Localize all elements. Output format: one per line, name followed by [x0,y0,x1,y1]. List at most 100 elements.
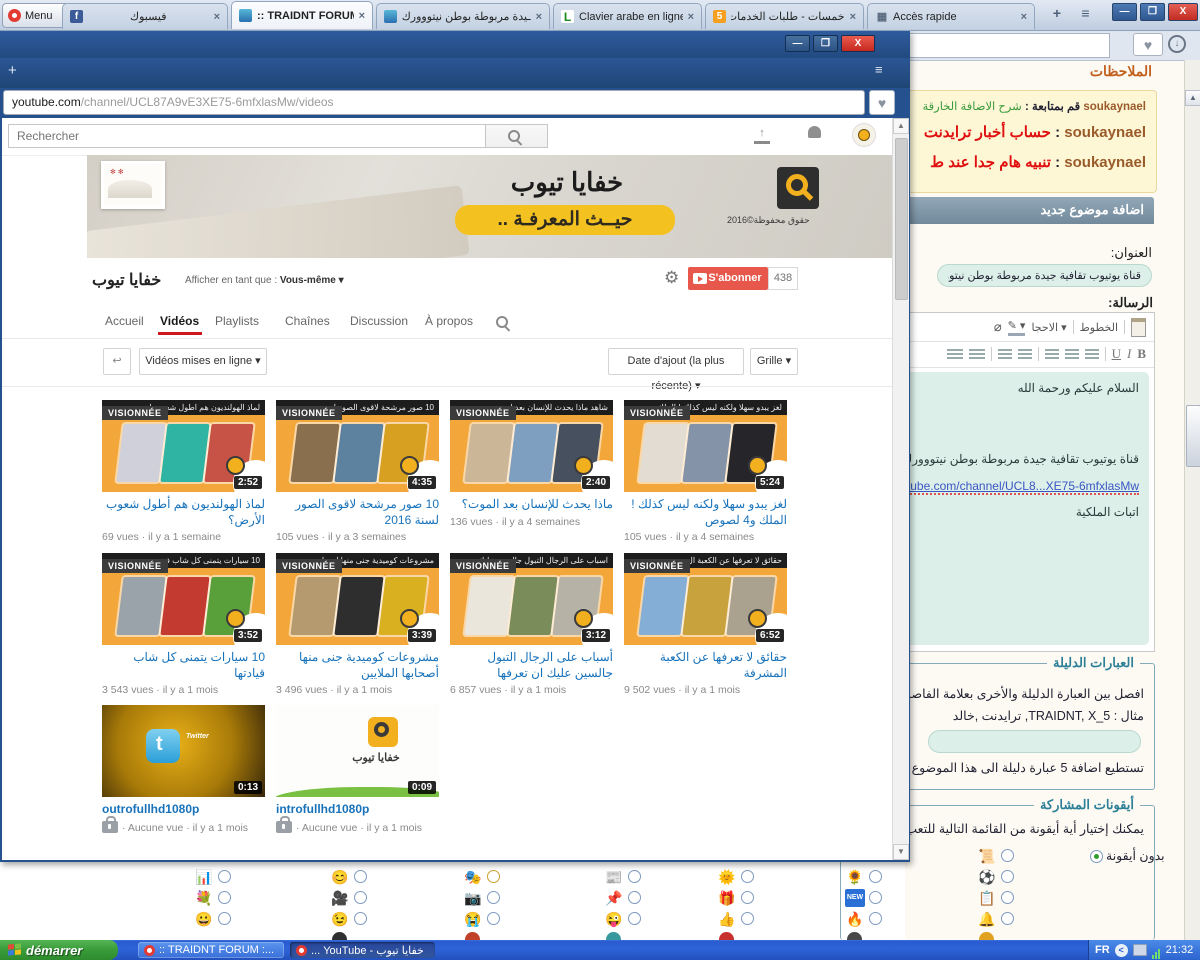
icon-radio[interactable] [1001,912,1014,925]
tab-menu-button[interactable]: ≡ [1074,4,1096,22]
channel-search-icon[interactable] [496,316,508,328]
tab-khamsat[interactable]: 5 خمسات - طلبات الخدمات × [705,3,864,29]
video-card[interactable]: 10 سيارات يتمنى كل شاب في VISIONNÉE 3:52… [102,553,265,696]
tab-close-icon[interactable]: × [359,10,365,22]
icon-radio[interactable] [1001,870,1014,883]
icon-radio[interactable] [741,891,754,904]
youtube-scrollbar[interactable]: ▲ ▼ [892,118,909,860]
bookmark-heart-icon[interactable]: ♥ [1133,33,1163,56]
icon-radio[interactable] [628,891,641,904]
avatar[interactable] [852,123,876,147]
icon-radio[interactable] [628,912,641,925]
icon-radio[interactable] [487,912,500,925]
topic-title-input[interactable] [937,264,1152,287]
video-title[interactable]: لغز يبدو سهلا ولكنه ليس كذلك ! الملك و4 … [624,497,787,528]
no-icon-radio[interactable] [1090,850,1103,863]
new-tab-button[interactable]: + [8,62,17,79]
tab-accueil[interactable]: Accueil [105,314,144,328]
video-card[interactable]: خفايا تيوب 0:09 introfullhd1080p · Aucun… [276,705,439,834]
tab-speed-dial[interactable]: ▦ Accès rapide × [867,3,1035,29]
numbered-list-icon[interactable] [1018,349,1032,360]
scroll-up[interactable]: ▲ [893,118,909,134]
gear-icon[interactable]: ⚙ [664,268,679,288]
tab-topic[interactable]: ـيدة مربوطة بوطن نيتووورك × [376,3,550,29]
icon-radio[interactable] [354,891,367,904]
tab-playlists[interactable]: Playlists [215,314,259,328]
fonts-dropdown[interactable]: الخطوط [1080,321,1118,334]
underline-button[interactable]: U [1112,346,1121,362]
tab-apropos[interactable]: À propos [425,314,473,328]
icon-radio[interactable] [218,891,231,904]
view-dropdown[interactable]: Grille ▾ [750,348,798,375]
video-title[interactable]: 10 صور مرشحة لاقوى الصور لسنة 2016 [276,497,439,528]
tab-close-icon[interactable]: × [1021,11,1027,23]
video-card[interactable]: 10 صور مرشحة لاقوى الصور لس VISIONNÉE 4:… [276,400,439,543]
icon-radio[interactable] [354,870,367,883]
video-title[interactable]: مشروعات كوميدية جنى منها أصحابها الملايي… [276,650,439,681]
video-thumbnail[interactable]: خفايا تيوب 0:09 [276,705,439,797]
icon-radio[interactable] [741,870,754,883]
icon-radio[interactable] [218,870,231,883]
tab-clavier[interactable]: L Clavier arabe en ligne LE × [553,3,702,29]
align-right-icon[interactable] [1085,349,1099,360]
restore-button[interactable]: ❐ [813,35,838,52]
video-thumbnail[interactable]: 10 صور مرشحة لاقوى الصور لس VISIONNÉE 4:… [276,400,439,492]
tab-videos[interactable]: Vidéos [160,314,199,328]
back-scroll-thumb[interactable] [1186,405,1200,467]
back-arrow-button[interactable]: ↩ [103,348,131,375]
tab-chaines[interactable]: Chaînes [285,314,330,328]
indent-icon[interactable] [969,349,985,360]
minimize-button[interactable]: — [1112,3,1137,21]
download-icon[interactable]: ↓ [1168,35,1186,53]
video-card[interactable]: لغز يبدو سهلا ولكنه ليس كذلك ! الملك VIS… [624,400,787,543]
align-left-icon[interactable] [1045,349,1059,360]
start-button[interactable]: démarrer [0,940,118,960]
search-button[interactable] [486,124,548,148]
icon-radio[interactable] [741,912,754,925]
scroll-thumb[interactable] [895,138,908,300]
video-card[interactable]: شاهد ماذا يحدث للإنسان بعد ا VISIONNÉE 2… [450,400,613,528]
sort-dropdown[interactable]: Date d'ajout (la plus récente) ▾ [608,348,744,375]
sizes-dropdown[interactable]: الاحجا ▾ [1031,321,1066,334]
tab-menu-button[interactable]: ≡ [875,62,883,77]
subscribe-button[interactable]: S'abonner [688,267,768,290]
bullet-list-icon[interactable] [998,349,1012,360]
video-thumbnail[interactable]: شاهد ماذا يحدث للإنسان بعد ا VISIONNÉE 2… [450,400,613,492]
back-scrollbar[interactable]: ▲ ▼ [1184,60,1200,960]
video-title[interactable]: حقائق لا تعرفها عن الكعبة المشرفة [624,650,787,681]
tab-close-icon[interactable]: × [214,11,220,23]
video-title[interactable]: لماذ الهولنديون هم أطول شعوب الأرض؟ [102,497,265,528]
video-title[interactable]: outrofullhd1080p [102,802,265,818]
video-title[interactable]: 10 سيارات يتمنى كل شاب قيادتها [102,650,265,681]
video-title[interactable]: introfullhd1080p [276,802,439,818]
tags-input[interactable] [928,730,1141,753]
new-tab-button[interactable]: + [1046,4,1068,22]
video-card[interactable]: اسباب على الرجال التبول جالسين عليك VISI… [450,553,613,696]
display-icon[interactable] [1133,944,1147,956]
close-button[interactable]: X [841,35,875,52]
signal-icon[interactable] [1152,941,1161,959]
tab-close-icon[interactable]: × [536,11,542,23]
hidden-icons-chevron[interactable]: < [1115,944,1128,957]
video-title[interactable]: ماذا يحدث للإنسان بعد الموت؟ [450,497,613,513]
view-as[interactable]: Afficher en tant que : Vous-même ▾ [185,275,344,286]
icon-radio[interactable] [487,891,500,904]
close-button[interactable]: X [1168,3,1198,21]
video-card[interactable]: لماذ الهولنديون هم اطول شعوب ا VISIONNÉE… [102,400,265,543]
notifications-bell-icon[interactable] [808,126,821,138]
icon-radio[interactable] [1001,891,1014,904]
video-thumbnail[interactable]: لغز يبدو سهلا ولكنه ليس كذلك ! الملك VIS… [624,400,787,492]
video-thumbnail[interactable]: 10 سيارات يتمنى كل شاب في VISIONNÉE 3:52 [102,553,265,645]
tab-close-icon[interactable]: × [850,11,856,23]
icon-radio[interactable] [487,870,500,883]
tab-close-icon[interactable]: × [688,11,694,23]
video-card[interactable]: حقائق لا تعرفها عن الكعبة ال VISIONNÉE 6… [624,553,787,696]
minimize-button[interactable]: — [785,35,810,52]
video-card[interactable]: t Twitter 0:13 outrofullhd1080p · Aucune… [102,705,265,834]
italic-button[interactable]: I [1127,346,1131,362]
restore-button[interactable]: ❐ [1140,3,1165,21]
notice-line[interactable]: soukaynael قم بمتابعة : شرح الاضافة الخا… [923,99,1147,113]
video-thumbnail[interactable]: مشروعات كوميدية جنى منها اصحا VISIONNÉE … [276,553,439,645]
back-scroll-up[interactable]: ▲ [1185,90,1200,106]
icon-radio[interactable] [869,891,882,904]
